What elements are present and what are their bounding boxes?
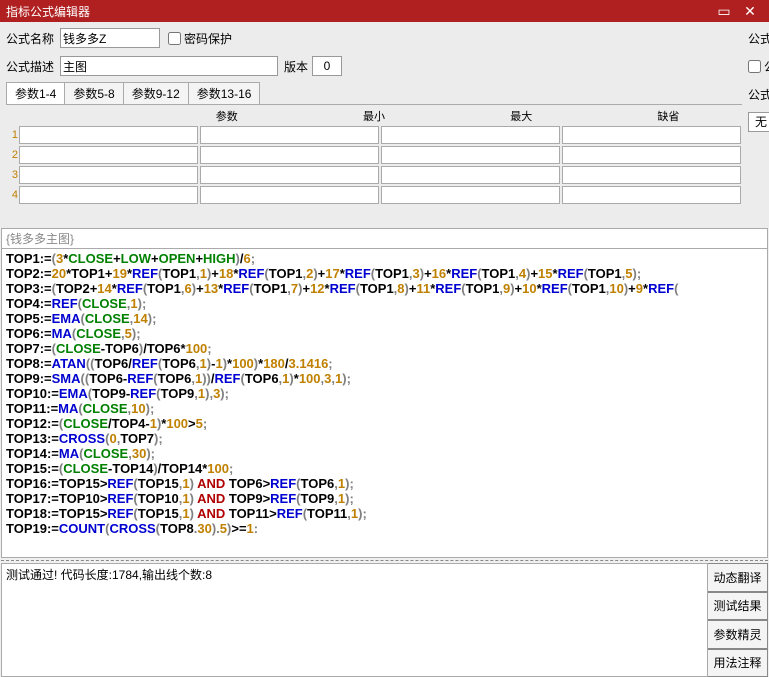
tag-select[interactable]: 无 [748, 112, 769, 132]
ver-input[interactable] [312, 56, 342, 76]
pwd-checkbox[interactable] [168, 32, 181, 45]
name-input[interactable] [60, 28, 160, 48]
param-table: 参数 最小 最大 缺省 1234 [6, 107, 742, 205]
param-def-input[interactable] [562, 166, 741, 184]
param-row: 1 [6, 125, 742, 145]
param-max-input[interactable] [381, 186, 560, 204]
type-label: 公式类型 [748, 30, 769, 47]
param-min-input[interactable] [200, 186, 379, 204]
param-hdr-max: 最大 [448, 107, 595, 125]
code-header: {钱多多主图} [1, 228, 768, 248]
splitter[interactable] [1, 560, 768, 561]
ver-label: 版本 [284, 58, 308, 75]
desc-label: 公式描述 [6, 58, 60, 75]
param-min-input[interactable] [200, 146, 379, 164]
param-def-input[interactable] [562, 146, 741, 164]
param-max-input[interactable] [381, 126, 560, 144]
form-panel: 公式名称 密码保护 公式描述 版本 参数1-4 参数5-8 参数9-12 参数1… [0, 22, 769, 228]
test-result-button[interactable]: 测试结果 [708, 592, 768, 621]
code-editor[interactable]: TOP1:=(3*CLOSE+LOW+OPEN+HIGH)/6;TOP2:=20… [1, 248, 768, 558]
status-message: 测试通过! 代码长度:1784,输出线个数:8 [1, 563, 708, 677]
param-hdr-min: 最小 [300, 107, 447, 125]
name-label: 公式名称 [6, 30, 60, 47]
desc-input[interactable] [60, 56, 278, 76]
param-row: 2 [6, 145, 742, 165]
title-bar: 指标公式编辑器 ▭ ✕ [0, 0, 769, 22]
param-max-input[interactable] [381, 146, 560, 164]
param-max-input[interactable] [381, 166, 560, 184]
param-row: 3 [6, 165, 742, 185]
param-name-input[interactable] [19, 186, 198, 204]
pc-only-label: 公式只用于PC [764, 58, 769, 75]
param-name-input[interactable] [19, 146, 198, 164]
pwd-label: 密码保护 [184, 30, 232, 47]
param-min-input[interactable] [200, 166, 379, 184]
tab-params-13-16[interactable]: 参数13-16 [188, 82, 261, 104]
param-hdr-def: 缺省 [595, 107, 742, 125]
param-name-input[interactable] [19, 126, 198, 144]
param-def-input[interactable] [562, 126, 741, 144]
tag-label: 公式标签 [748, 86, 769, 103]
usage-button[interactable]: 用法注释 [708, 649, 768, 677]
param-row: 4 [6, 185, 742, 205]
tab-params-1-4[interactable]: 参数1-4 [6, 82, 65, 104]
param-def-input[interactable] [562, 186, 741, 204]
param-tabs: 参数1-4 参数5-8 参数9-12 参数13-16 [6, 82, 742, 105]
param-hdr-name: 参数 [153, 107, 300, 125]
param-min-input[interactable] [200, 126, 379, 144]
tab-params-9-12[interactable]: 参数9-12 [123, 82, 189, 104]
tab-params-5-8[interactable]: 参数5-8 [64, 82, 123, 104]
window-title: 指标公式编辑器 [6, 3, 711, 20]
pc-only-checkbox[interactable] [748, 60, 761, 73]
close-button[interactable]: ✕ [737, 3, 763, 20]
param-name-input[interactable] [19, 166, 198, 184]
dyn-trans-button[interactable]: 动态翻译 [708, 563, 768, 592]
param-wizard-button[interactable]: 参数精灵 [708, 620, 768, 649]
minimize-button[interactable]: ▭ [711, 3, 737, 20]
